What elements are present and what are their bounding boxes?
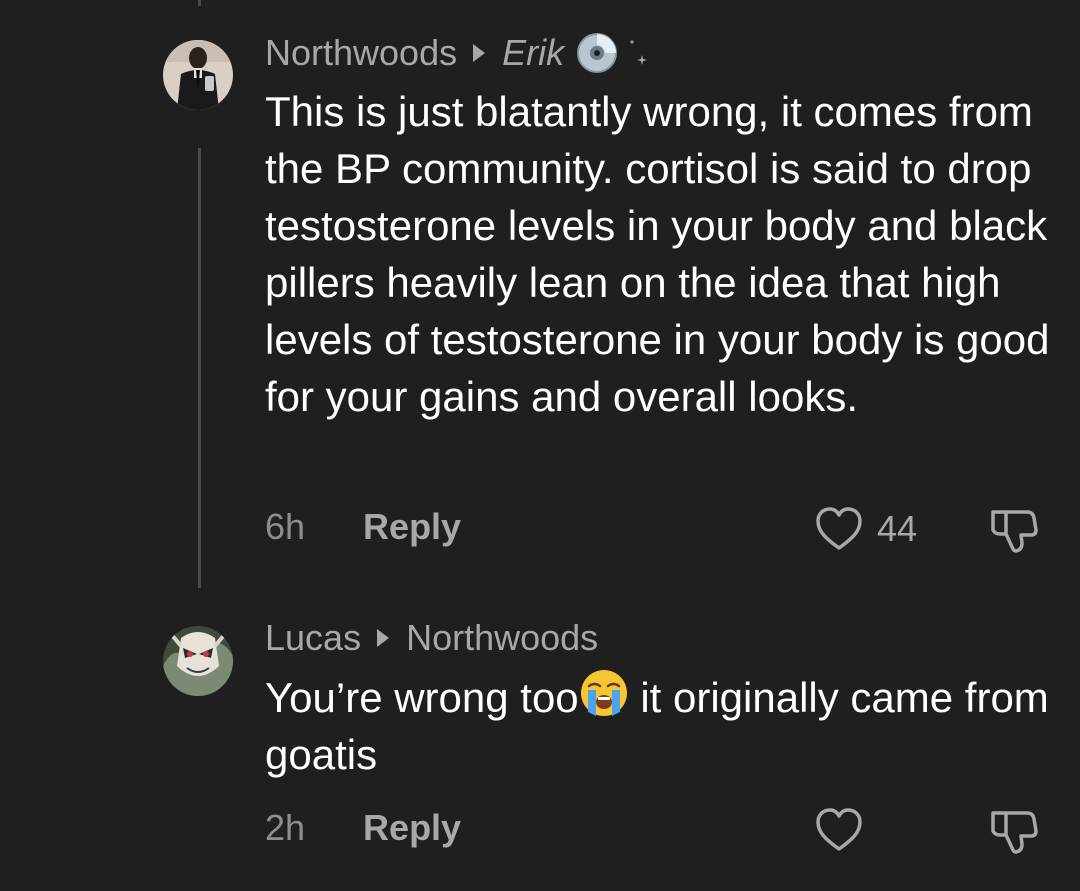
comment-header: Lucas Northwoods bbox=[265, 616, 598, 660]
like-button[interactable] bbox=[815, 806, 863, 854]
thumbs-down-icon[interactable] bbox=[988, 804, 1040, 856]
thread-line-top bbox=[198, 0, 201, 6]
avatar[interactable] bbox=[163, 626, 233, 696]
timestamp: 6h bbox=[265, 506, 306, 547]
reply-to-name[interactable]: Northwoods bbox=[406, 617, 598, 659]
reply-button[interactable]: Reply bbox=[363, 807, 461, 849]
reply-arrow-icon bbox=[473, 44, 486, 62]
comment-text: This is just blatantly wrong, it comes f… bbox=[265, 88, 1050, 420]
dislike-button[interactable] bbox=[988, 503, 1040, 560]
sparkle-icon bbox=[628, 38, 650, 68]
reply-to-name[interactable]: Erik bbox=[502, 32, 564, 74]
reply-arrow-icon bbox=[377, 629, 390, 647]
like-button[interactable]: 44 bbox=[815, 505, 917, 553]
thumbs-down-icon[interactable] bbox=[988, 503, 1040, 555]
comment-header: Northwoods Erik bbox=[265, 31, 650, 75]
reply-button[interactable]: Reply bbox=[363, 506, 461, 548]
like-count: 44 bbox=[877, 508, 918, 549]
avatar[interactable] bbox=[163, 40, 233, 110]
comment-text: You’re wrong too it originally came from… bbox=[265, 668, 1055, 783]
author-name[interactable]: Northwoods bbox=[265, 32, 457, 74]
heart-icon[interactable] bbox=[815, 807, 863, 853]
comment-meta: 2h Reply bbox=[265, 806, 461, 850]
timestamp: 2h bbox=[265, 807, 306, 848]
heart-icon[interactable] bbox=[815, 506, 863, 552]
dislike-button[interactable] bbox=[988, 804, 1040, 861]
comment-text-part-1: You’re wrong too bbox=[265, 674, 579, 721]
loudly-crying-face-icon bbox=[579, 668, 629, 718]
thread-line bbox=[198, 148, 201, 588]
author-name[interactable]: Lucas bbox=[265, 617, 361, 659]
comment-meta: 6h Reply bbox=[265, 505, 461, 549]
cd-disc-icon bbox=[576, 32, 618, 74]
